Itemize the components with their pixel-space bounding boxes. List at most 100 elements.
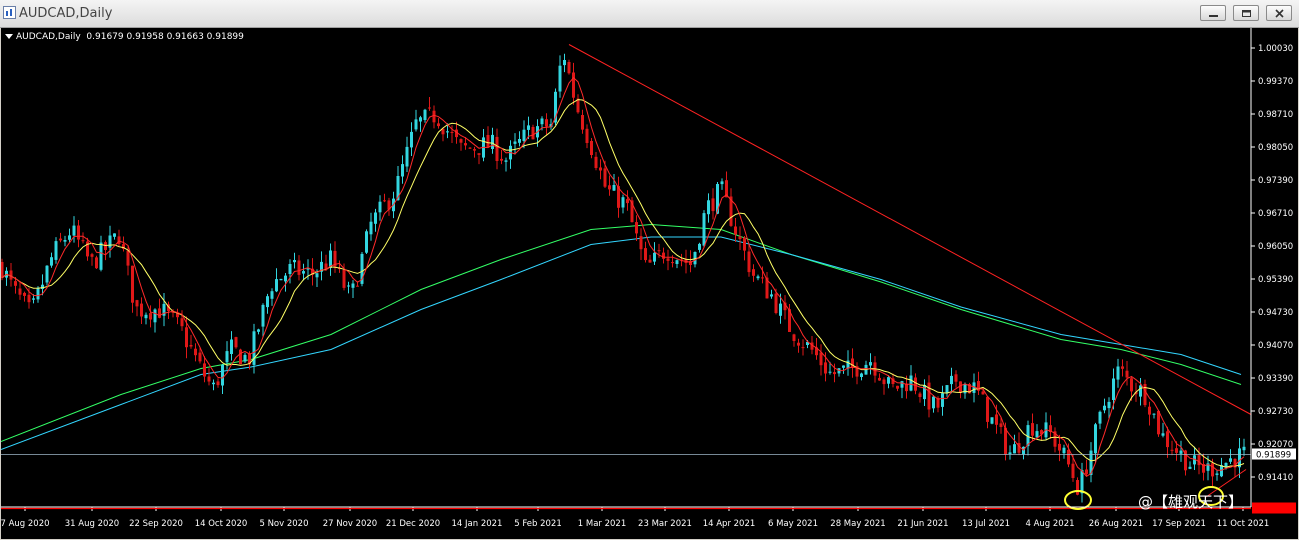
candle-body bbox=[297, 260, 301, 275]
candle-body bbox=[567, 62, 571, 74]
candle-body bbox=[464, 143, 467, 146]
chart-info-label: AUDCAD,Daily 0.91679 0.91958 0.91663 0.9… bbox=[5, 32, 244, 42]
candle-body bbox=[423, 109, 427, 120]
candle-body bbox=[513, 141, 517, 144]
candle-body bbox=[104, 242, 107, 250]
candle-body bbox=[603, 168, 607, 187]
candle-body bbox=[626, 199, 629, 204]
candle-body bbox=[941, 393, 944, 407]
candle-body bbox=[540, 118, 544, 125]
candle-body bbox=[113, 233, 116, 237]
candle-body bbox=[158, 308, 161, 318]
candle-body bbox=[900, 381, 904, 388]
candle-body bbox=[756, 276, 760, 279]
candle-body bbox=[635, 222, 638, 234]
candle-body bbox=[450, 132, 454, 133]
watermark-text: @【雄观天下】 bbox=[1138, 493, 1244, 511]
candle-body bbox=[1211, 463, 1214, 477]
candle-body bbox=[1058, 443, 1061, 451]
candle-body bbox=[518, 139, 521, 143]
maximize-button[interactable] bbox=[1233, 5, 1259, 21]
candle-body bbox=[950, 375, 953, 385]
close-button[interactable] bbox=[1266, 5, 1292, 21]
candle-body bbox=[1013, 444, 1016, 454]
candle-body bbox=[239, 349, 242, 365]
candle-body bbox=[824, 362, 827, 374]
candle-body bbox=[1170, 449, 1174, 451]
candle-body bbox=[428, 107, 431, 109]
window-title: AUDCAD,Daily bbox=[19, 6, 113, 21]
x-tick-label: 21 Jun 2021 bbox=[897, 519, 948, 529]
chart-window-icon bbox=[3, 6, 16, 19]
candle-body bbox=[27, 294, 31, 303]
x-tick-label: 26 Aug 2021 bbox=[1089, 519, 1143, 529]
candle-body bbox=[477, 153, 481, 155]
price-chart[interactable]: 1.00030 0.99370 0.98710 0.98050 0.97390 0.967… bbox=[1, 28, 1298, 539]
candle-body bbox=[959, 381, 962, 393]
candle-body bbox=[32, 298, 35, 300]
candle-body bbox=[986, 396, 989, 422]
candle-body bbox=[59, 238, 62, 241]
y-tick-label: 0.98050 bbox=[1258, 143, 1293, 153]
ohlc-values: 0.91679 0.91958 0.91663 0.91899 bbox=[86, 32, 244, 42]
candle-body bbox=[527, 125, 530, 130]
candle-body bbox=[198, 352, 202, 362]
candle-body bbox=[234, 337, 238, 348]
candle-body bbox=[743, 237, 746, 251]
candle-body bbox=[585, 128, 589, 143]
candle-body bbox=[981, 391, 985, 395]
candle-body bbox=[747, 251, 751, 273]
candle-body bbox=[675, 260, 679, 264]
candle-body bbox=[1242, 446, 1246, 451]
candle-body bbox=[671, 262, 674, 264]
candle-body bbox=[1139, 385, 1142, 397]
candle-body bbox=[1148, 406, 1151, 415]
candle-body bbox=[1220, 465, 1223, 477]
candle-body bbox=[1031, 423, 1034, 436]
candle-body bbox=[720, 181, 724, 185]
minimize-button[interactable] bbox=[1200, 5, 1226, 21]
candle-body bbox=[734, 226, 737, 235]
candle-body bbox=[1161, 433, 1165, 436]
candle-body bbox=[419, 117, 422, 122]
candle-body bbox=[833, 372, 836, 375]
candle-body bbox=[126, 250, 130, 266]
x-tick-label: 27 Nov 2020 bbox=[323, 519, 377, 529]
candle-body bbox=[131, 265, 134, 303]
candle-body bbox=[882, 379, 886, 385]
candle-body bbox=[500, 158, 503, 161]
candle-body bbox=[653, 252, 656, 262]
candle-body bbox=[225, 351, 229, 363]
candle-body bbox=[1229, 458, 1232, 462]
dropdown-triangle-icon[interactable] bbox=[5, 34, 13, 39]
candle-body bbox=[752, 269, 755, 276]
candle-body bbox=[1152, 413, 1156, 415]
candle-body bbox=[711, 198, 715, 212]
candle-body bbox=[599, 167, 602, 171]
candle-body bbox=[405, 146, 409, 167]
candle-body bbox=[666, 258, 670, 261]
minimize-icon bbox=[1209, 15, 1218, 17]
candle-body bbox=[761, 277, 764, 279]
candle-body bbox=[437, 123, 440, 127]
candle-body bbox=[707, 200, 710, 215]
candle-body bbox=[288, 264, 292, 274]
candle-body bbox=[545, 119, 548, 127]
candle-body bbox=[45, 265, 49, 283]
candle-body bbox=[221, 364, 224, 386]
candle-body bbox=[648, 259, 652, 263]
candle-body bbox=[414, 119, 418, 130]
candle-body bbox=[149, 313, 152, 320]
candle-body bbox=[590, 141, 593, 155]
x-tick-label: 14 Oct 2020 bbox=[195, 519, 248, 529]
candle-body bbox=[68, 235, 71, 240]
candle-body bbox=[792, 334, 796, 341]
support-price-tag bbox=[1252, 502, 1296, 514]
candle-body bbox=[95, 257, 98, 269]
candle-body bbox=[1130, 378, 1133, 392]
candle-body bbox=[504, 160, 508, 162]
candle-body bbox=[945, 385, 949, 393]
chart-area[interactable]: 1.00030 0.99370 0.98710 0.98050 0.97390 0.967… bbox=[1, 28, 1298, 539]
candle-body bbox=[378, 201, 382, 213]
candle-body bbox=[909, 375, 913, 391]
